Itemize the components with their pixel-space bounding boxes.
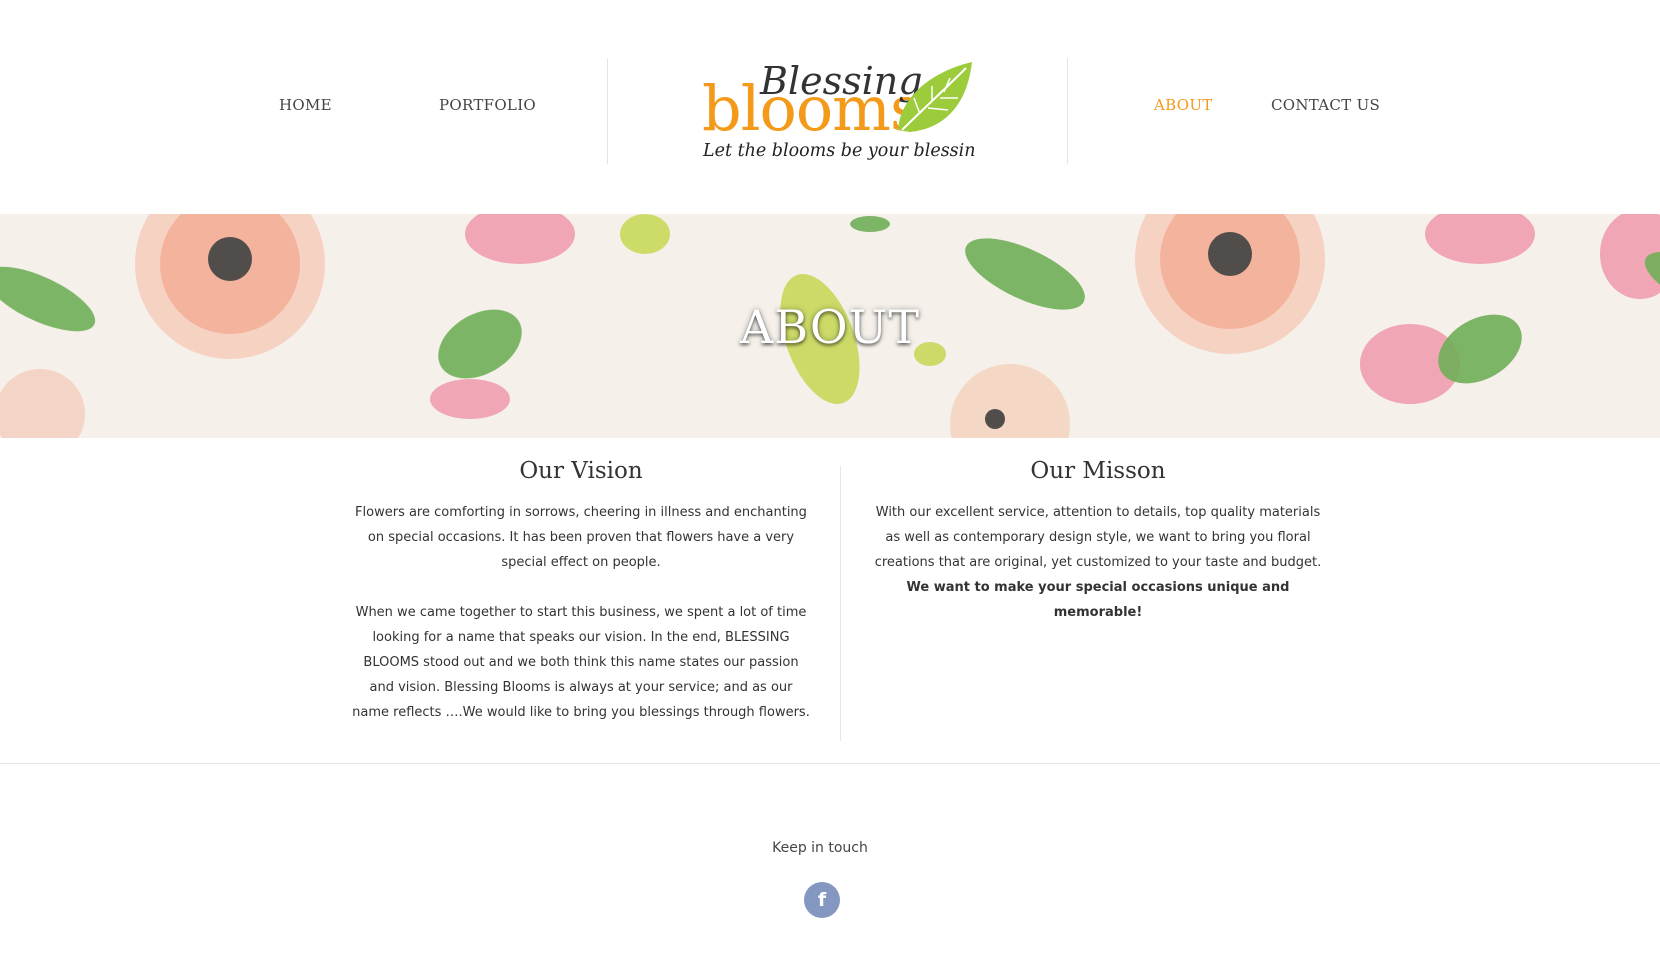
keep-in-touch-label: Keep in touch <box>772 840 868 856</box>
hero-banner: ABOUT <box>0 214 1660 438</box>
vision-heading: Our Vision <box>519 458 643 484</box>
logo-tagline: Let the blooms be your blessings <box>702 141 976 161</box>
facebook-glyph: f <box>817 889 827 911</box>
column-divider <box>840 466 841 741</box>
logo-script-word: Blessing <box>759 59 923 103</box>
blessing-blooms-logo[interactable]: blooms Blessing Let the blooms be your b… <box>700 58 976 166</box>
mission-paragraph-emphasis: We want to make your special occasions u… <box>906 580 1290 620</box>
page-title: ABOUT <box>739 300 921 354</box>
nav-home[interactable]: HOME <box>279 96 332 114</box>
nav-contact-us[interactable]: CONTACT US <box>1271 96 1380 114</box>
vision-paragraph-1: Flowers are comforting in sorrows, cheer… <box>355 505 807 570</box>
vision-paragraph-2: When we came together to start this busi… <box>352 605 810 720</box>
vision-section: Our Vision Flowers are comforting in sor… <box>350 452 812 750</box>
facebook-icon[interactable]: f <box>804 882 840 918</box>
mission-section: Our Misson With our excellent service, a… <box>868 452 1328 650</box>
nav-about[interactable]: ABOUT <box>1154 96 1213 114</box>
nav-divider-left <box>607 58 608 164</box>
mission-heading: Our Misson <box>1030 458 1166 484</box>
mission-paragraph-text: With our excellent service, attention to… <box>874 505 1322 570</box>
nav-portfolio[interactable]: PORTFOLIO <box>439 96 536 114</box>
mission-paragraph: With our excellent service, attention to… <box>868 500 1328 625</box>
site-header: HOME PORTFOLIO blooms Blessing Let the b… <box>0 0 1660 214</box>
nav-divider-right <box>1067 58 1068 164</box>
footer-divider <box>0 763 1660 764</box>
